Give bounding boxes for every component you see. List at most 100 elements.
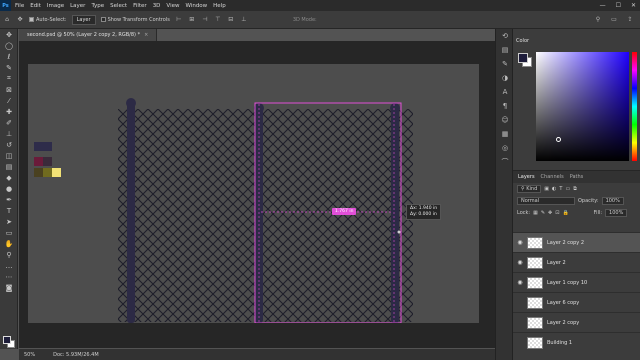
path-selection-tool-icon[interactable]: ➤ xyxy=(0,216,18,227)
eyedropper-tool-icon[interactable]: ⁄ xyxy=(0,95,18,106)
lock-pixels-icon[interactable]: ▦ xyxy=(533,210,538,216)
search-icon[interactable]: ⚲ xyxy=(594,16,602,24)
color-picker-field[interactable] xyxy=(536,52,629,161)
menu-filter[interactable]: Filter xyxy=(133,3,147,9)
layer-name[interactable]: Layer 2 xyxy=(547,260,566,266)
share-icon[interactable]: ⇪ xyxy=(626,16,634,24)
visibility-eye-icon[interactable]: ◉ xyxy=(513,279,527,286)
character-panel-icon[interactable]: A xyxy=(496,85,514,99)
layer-kind-filter[interactable]: ⚲ Kind xyxy=(517,185,542,193)
lock-artboard-icon[interactable]: ⊡ xyxy=(555,210,559,216)
layer-row[interactable]: Building 1 xyxy=(513,332,640,352)
quick-select-tool-icon[interactable]: ✎ xyxy=(0,62,18,73)
layer-row[interactable]: Layer 6 copy xyxy=(513,292,640,312)
color-panel-foreground-swatch[interactable] xyxy=(518,53,528,63)
frame-tool-icon[interactable]: ⊠ xyxy=(0,84,18,95)
eraser-tool-icon[interactable]: ◫ xyxy=(0,150,18,161)
menu-type[interactable]: Type xyxy=(91,3,104,9)
align-bottom-icon[interactable]: ⊥ xyxy=(240,16,248,24)
menu-3d[interactable]: 3D xyxy=(153,3,161,9)
artboard[interactable]: 1.767 in Δx: 1.940 in Δy: 0.000 in xyxy=(28,64,479,324)
close-document-icon[interactable]: × xyxy=(144,32,148,38)
filter-smart-object-icon[interactable]: ⧉ xyxy=(573,186,577,192)
filter-type-icon[interactable]: T xyxy=(559,186,562,192)
dodge-tool-icon[interactable]: ● xyxy=(0,183,18,194)
glyphs-panel-icon[interactable]: ☺ xyxy=(496,113,514,127)
zoom-tool-icon[interactable]: ⚲ xyxy=(0,249,18,260)
menu-view[interactable]: View xyxy=(166,3,179,9)
tab-channels[interactable]: Channels xyxy=(541,174,564,180)
foreground-color-swatch[interactable] xyxy=(3,336,11,344)
properties-panel-icon[interactable]: ▤ xyxy=(496,43,514,57)
layer-name[interactable]: Layer 2 copy 2 xyxy=(547,240,584,246)
history-panel-icon[interactable]: ⟲ xyxy=(496,29,514,43)
layer-row[interactable]: ◉ Layer 1 copy 10 xyxy=(513,272,640,292)
layer-row[interactable]: ◉ Layer 2 copy 2 xyxy=(513,232,640,252)
zoom-level[interactable]: 50% xyxy=(24,352,35,358)
brush-tool-icon[interactable]: ✐ xyxy=(0,117,18,128)
lasso-tool-icon[interactable]: ℓ xyxy=(0,51,18,62)
menu-image[interactable]: Image xyxy=(47,3,64,9)
document-tab[interactable]: second.psd @ 50% (Layer 2 copy 2, RGB/8)… xyxy=(19,29,158,41)
brush-panel-icon[interactable]: ✎ xyxy=(496,57,514,71)
lock-paint-icon[interactable]: ✎ xyxy=(541,210,545,216)
align-right-icon[interactable]: ⊣ xyxy=(201,16,209,24)
blur-tool-icon[interactable]: ◆ xyxy=(0,172,18,183)
color-panel-tab[interactable]: Color xyxy=(516,38,529,44)
close-window-button[interactable]: ✕ xyxy=(631,0,636,11)
lock-all-icon[interactable]: 🔒 xyxy=(562,210,568,216)
menu-edit[interactable]: Edit xyxy=(30,3,41,9)
visibility-eye-icon[interactable]: ◉ xyxy=(513,259,527,266)
menu-file[interactable]: File xyxy=(15,3,24,9)
gradient-tool-icon[interactable]: ▤ xyxy=(0,161,18,172)
move-tool-icon[interactable]: ✥ xyxy=(0,29,18,40)
marquee-tool-icon[interactable]: ◯ xyxy=(0,40,18,51)
edit-toolbar-icon[interactable]: ⋯ xyxy=(0,271,18,282)
more-tools-icon[interactable]: … xyxy=(0,260,18,271)
canvas-area[interactable]: 1.767 in Δx: 1.940 in Δy: 0.000 in xyxy=(19,41,495,348)
opacity-field[interactable]: 100% xyxy=(601,197,624,205)
pen-tool-icon[interactable]: ✒ xyxy=(0,194,18,205)
color-picker-handle[interactable] xyxy=(556,137,561,142)
rectangle-tool-icon[interactable]: ▭ xyxy=(0,227,18,238)
layer-name[interactable]: Building 1 xyxy=(547,340,572,346)
crop-tool-icon[interactable]: ⌗ xyxy=(0,73,18,84)
tab-layers[interactable]: Layers xyxy=(518,174,535,180)
home-icon[interactable]: ⌂ xyxy=(3,16,11,24)
auto-select-checkbox[interactable]: Auto-Select: xyxy=(29,16,67,23)
hand-tool-icon[interactable]: ✋ xyxy=(0,238,18,249)
clone-stamp-tool-icon[interactable]: ⊥ xyxy=(0,128,18,139)
workspace-icon[interactable]: ▭ xyxy=(610,16,618,24)
visibility-eye-icon[interactable]: ◉ xyxy=(513,239,527,246)
lock-position-icon[interactable]: ✥ xyxy=(548,210,552,216)
align-left-icon[interactable]: ⊢ xyxy=(175,16,183,24)
minimize-button[interactable]: — xyxy=(600,0,606,11)
show-transform-checkbox[interactable]: Show Transform Controls xyxy=(100,16,170,23)
filter-adjustment-icon[interactable]: ◐ xyxy=(552,186,556,192)
history-brush-tool-icon[interactable]: ↺ xyxy=(0,139,18,150)
paths-panel-icon[interactable]: ⌒ xyxy=(496,155,514,169)
blend-mode-dropdown[interactable]: Normal xyxy=(517,197,575,205)
layer-row[interactable]: Layer 2 copy xyxy=(513,312,640,332)
auto-select-target-dropdown[interactable]: Layer xyxy=(71,14,96,25)
filter-pixel-icon[interactable]: ▣ xyxy=(544,186,549,192)
layer-row[interactable]: ◉ Layer 2 xyxy=(513,252,640,272)
quick-mask-icon[interactable]: ◙ xyxy=(0,282,18,293)
align-middle-icon[interactable]: ⊟ xyxy=(227,16,235,24)
adjustments-panel-icon[interactable]: ◑ xyxy=(496,71,514,85)
paragraph-panel-icon[interactable]: ¶ xyxy=(496,99,514,113)
document-size-info[interactable]: Doc: 5.93M/26.4M xyxy=(53,352,99,358)
layer-name[interactable]: Layer 1 copy 10 xyxy=(547,280,587,286)
menu-select[interactable]: Select xyxy=(110,3,127,9)
hue-slider[interactable] xyxy=(632,52,637,161)
channels-panel-icon[interactable]: ◎ xyxy=(496,141,514,155)
layer-name[interactable]: Layer 2 copy xyxy=(547,320,579,326)
menu-layer[interactable]: Layer xyxy=(70,3,85,9)
maximize-button[interactable]: ☐ xyxy=(616,0,621,11)
filter-shape-icon[interactable]: ▭ xyxy=(565,186,570,192)
healing-brush-tool-icon[interactable]: ✚ xyxy=(0,106,18,117)
fill-field[interactable]: 100% xyxy=(605,209,628,217)
tab-paths[interactable]: Paths xyxy=(570,174,584,180)
align-top-icon[interactable]: ⊤ xyxy=(214,16,222,24)
layer-name[interactable]: Layer 6 copy xyxy=(547,300,579,306)
